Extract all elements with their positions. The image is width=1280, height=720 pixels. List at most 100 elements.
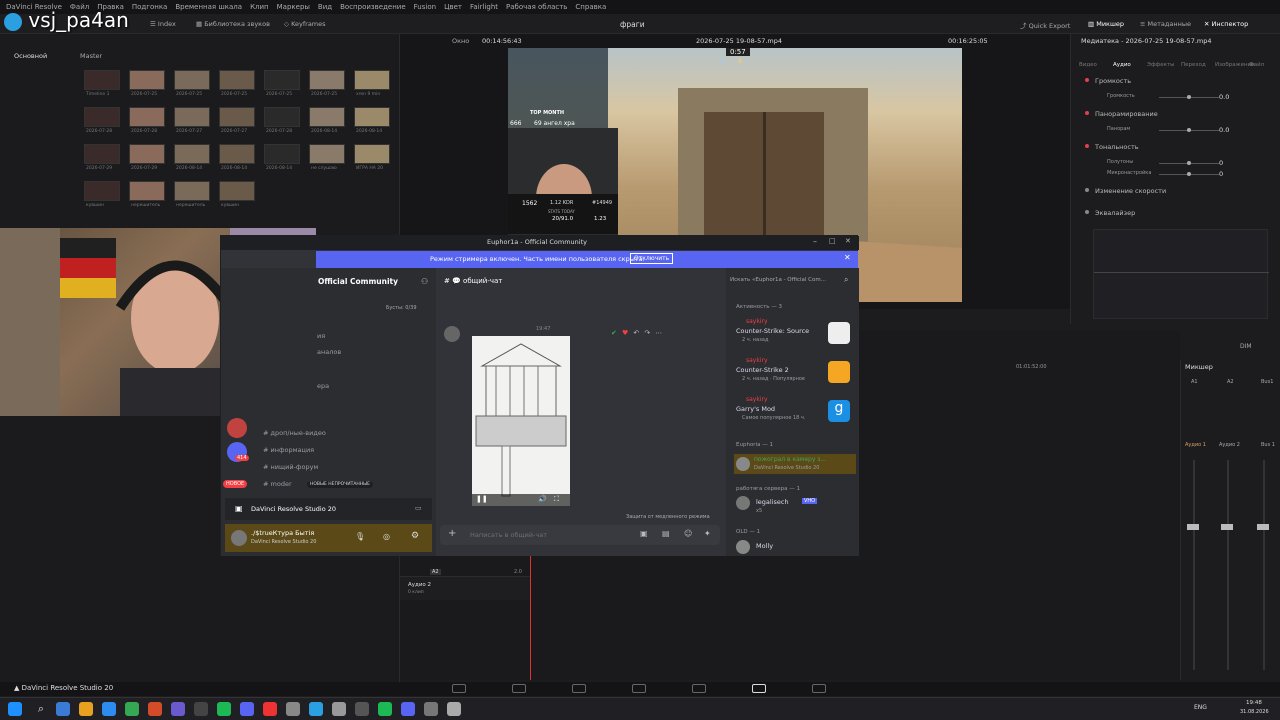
video-attachment[interactable]: ❚❚ 🔊 ⛶ <box>472 336 570 506</box>
section-enable-dot[interactable] <box>1085 144 1089 148</box>
message-input[interactable]: + Написать в общий-чат ▣ ▤ ☺ ✦ <box>440 525 720 545</box>
media-thumbnail[interactable] <box>264 107 300 127</box>
activity-settings-icon[interactable]: ▭ <box>415 504 422 512</box>
app-taskbar-icon[interactable] <box>125 702 139 716</box>
search-icon[interactable]: ⌕ <box>844 275 848 285</box>
app-taskbar-icon[interactable] <box>309 702 323 716</box>
media-thumbnail[interactable] <box>219 70 255 90</box>
inspector-param-value[interactable]: 0 <box>1219 159 1223 167</box>
activity-game-2[interactable]: Counter-Strike 2 <box>736 366 789 374</box>
page-color-icon[interactable] <box>692 684 706 693</box>
add-member-icon[interactable]: ⚇ <box>421 277 428 286</box>
media-thumbnail[interactable] <box>354 107 390 127</box>
page-media-icon[interactable] <box>452 684 466 693</box>
app-taskbar-icon[interactable] <box>447 702 461 716</box>
firefox-taskbar-icon[interactable] <box>148 702 162 716</box>
emoji-icon[interactable]: ☺ <box>684 529 692 538</box>
menu-item[interactable]: Справка <box>575 3 606 11</box>
check-reaction-icon[interactable]: ✔ <box>611 329 617 337</box>
slider-knob[interactable] <box>1187 172 1191 176</box>
inspector-tab[interactable]: Переход <box>1181 62 1206 68</box>
headphones-icon[interactable]: ◎ <box>383 532 390 541</box>
message-avatar[interactable] <box>444 326 460 342</box>
media-thumbnail[interactable] <box>174 181 210 201</box>
photoshop-taskbar-icon[interactable] <box>171 702 185 716</box>
fader-bus1[interactable] <box>1257 524 1269 530</box>
menu-item[interactable]: Fairlight <box>470 3 498 11</box>
steam-taskbar-icon[interactable] <box>263 702 277 716</box>
boosts-counter[interactable]: Бусты: 0/39 <box>386 305 417 311</box>
app-taskbar-icon[interactable] <box>194 702 208 716</box>
channel-partial-3[interactable]: ера <box>317 382 329 390</box>
menu-item[interactable]: Рабочая область <box>506 3 567 11</box>
spotify-taskbar-icon[interactable] <box>332 702 346 716</box>
inspector-button[interactable]: ✕ Инспектор <box>1204 20 1248 28</box>
inspector-tab[interactable]: Эффекты <box>1147 62 1175 68</box>
menu-item[interactable]: Подгонка <box>132 3 167 11</box>
search-icon[interactable]: ⌕ <box>34 702 48 716</box>
media-thumbnail[interactable] <box>264 70 300 90</box>
inspector-param-value[interactable]: 0.0 <box>1219 93 1229 101</box>
section-enable-dot[interactable] <box>1085 78 1089 82</box>
media-thumbnail[interactable] <box>174 144 210 164</box>
app-taskbar-icon[interactable] <box>217 702 231 716</box>
media-thumbnail[interactable] <box>84 144 120 164</box>
section-enable-dot[interactable] <box>1085 111 1089 115</box>
inspector-section-title[interactable]: Громкость <box>1095 77 1131 85</box>
page-edit-icon[interactable] <box>572 684 586 693</box>
sound-library-button[interactable]: ▦ Библиотека звуков <box>196 20 270 28</box>
channel-info[interactable]: # информация <box>263 446 314 454</box>
menu-item[interactable]: Воспроизведение <box>340 3 406 11</box>
disable-streamer-mode-button[interactable]: Отключить <box>630 253 674 264</box>
media-thumbnail[interactable] <box>354 70 390 90</box>
volume-icon[interactable]: 🔊 <box>538 495 547 503</box>
clock-date[interactable]: 31.08.2026 <box>1240 709 1269 715</box>
fader-a2[interactable] <box>1221 524 1233 530</box>
server-name[interactable]: Official Community <box>318 277 398 286</box>
attach-icon[interactable]: + <box>448 528 456 539</box>
media-thumbnail[interactable] <box>264 144 300 164</box>
section-enable-dot[interactable] <box>1085 188 1089 192</box>
media-thumbnail[interactable] <box>219 144 255 164</box>
fullscreen-icon[interactable]: ⛶ <box>554 495 559 504</box>
quick-export-button[interactable]: ⤴ Quick Export <box>1020 20 1070 30</box>
terminal-taskbar-icon[interactable] <box>424 702 438 716</box>
inspector-tab[interactable]: Видео <box>1079 62 1097 68</box>
menu-item[interactable]: Цвет <box>444 3 462 11</box>
inspector-param-value[interactable]: 0 <box>1219 170 1223 178</box>
reply-icon[interactable]: ↶ <box>633 329 639 337</box>
section-enable-dot[interactable] <box>1085 210 1089 214</box>
slider-knob[interactable] <box>1187 161 1191 165</box>
channel-moder[interactable]: # moder <box>263 480 292 488</box>
start-icon[interactable] <box>8 702 22 716</box>
menu-item[interactable]: Клип <box>250 3 269 11</box>
menu-item[interactable]: Fusion <box>414 3 436 11</box>
media-thumbnail[interactable] <box>84 181 120 201</box>
old-member-avatar[interactable] <box>736 540 750 554</box>
inspector-tab[interactable]: Аудио <box>1113 62 1131 68</box>
minimize-button[interactable]: – <box>813 237 817 246</box>
gift-icon[interactable]: ▣ <box>640 529 648 538</box>
bin-master[interactable]: Master <box>80 52 102 60</box>
inspector-tab[interactable]: Файл <box>1249 62 1264 68</box>
media-thumbnail[interactable] <box>84 107 120 127</box>
media-thumbnail[interactable] <box>174 70 210 90</box>
pause-icon[interactable]: ❚❚ <box>476 495 488 503</box>
chrome-taskbar-icon[interactable] <box>102 702 116 716</box>
inspector-section-title[interactable]: Изменение скорости <box>1095 187 1166 195</box>
gear-icon[interactable]: ⚙ <box>411 531 419 541</box>
new-unread-pill[interactable]: НОВЫЕ НЕПРОЧИТАННЫЕ <box>307 481 373 488</box>
browser-taskbar-icon[interactable] <box>56 702 70 716</box>
old-member-name[interactable]: Molly <box>756 542 773 550</box>
activity-game-3[interactable]: Garry's Mod <box>736 405 775 413</box>
page-deliver-icon[interactable] <box>812 684 826 693</box>
lang-indicator[interactable]: ENG <box>1194 704 1207 711</box>
bin-main[interactable]: Основной <box>14 52 47 60</box>
activity-user-3[interactable]: saykiry <box>746 396 768 403</box>
keyframes-button[interactable]: ◇ Keyframes <box>284 20 326 28</box>
discord-taskbar-icon[interactable] <box>355 702 369 716</box>
mic-icon[interactable]: 🎙 <box>355 532 365 541</box>
activity-user-1[interactable]: saykiry <box>746 318 768 325</box>
menu-item[interactable]: Вид <box>318 3 332 11</box>
channel-forum[interactable]: # нищий-форум <box>263 463 318 471</box>
